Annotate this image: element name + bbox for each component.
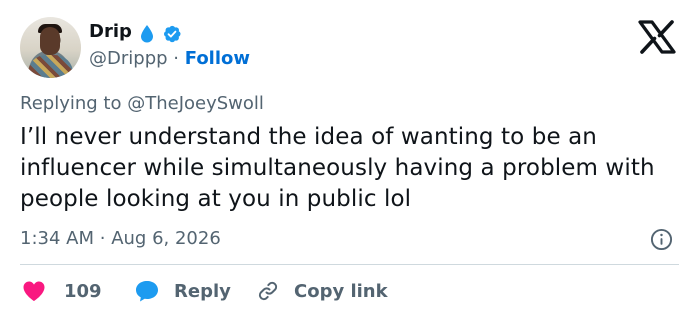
x-logo[interactable] — [637, 20, 677, 54]
display-name[interactable]: Drip — [89, 20, 132, 44]
like-count: 109 — [64, 280, 102, 302]
reply-bubble-icon — [136, 281, 158, 302]
follow-button[interactable]: Follow — [185, 48, 250, 69]
copy-link-label: Copy link — [294, 280, 388, 302]
replying-to-handle[interactable]: @TheJoeySwoll — [127, 93, 264, 114]
like-button[interactable]: 109 — [22, 278, 102, 304]
replying-to: Replying to @TheJoeySwoll — [20, 92, 264, 116]
author-handle[interactable]: @Drippp — [89, 48, 168, 69]
handle-separator: · — [173, 48, 180, 69]
replying-to-label: Replying to — [20, 93, 122, 114]
timestamp-separator: · — [99, 228, 106, 249]
tweet-time[interactable]: 1:34 AM — [20, 228, 94, 249]
tweet-text: I’ll never understand the idea of wantin… — [20, 124, 655, 212]
copy-link-button[interactable]: Copy link — [256, 278, 388, 304]
tweet-date[interactable]: Aug 6, 2026 — [111, 228, 221, 249]
divider — [20, 264, 679, 265]
avatar[interactable] — [20, 17, 81, 78]
info-icon[interactable] — [650, 228, 673, 251]
verified-icon — [164, 25, 181, 43]
drop-icon — [141, 25, 153, 43]
heart-icon — [23, 281, 45, 301]
link-icon — [258, 281, 278, 301]
handle-row: @Drippp · Follow — [89, 47, 250, 71]
timestamp-row[interactable]: 1:34 AM · Aug 6, 2026 — [20, 227, 221, 251]
reply-button[interactable]: Reply — [134, 278, 231, 304]
reply-label: Reply — [174, 280, 231, 302]
